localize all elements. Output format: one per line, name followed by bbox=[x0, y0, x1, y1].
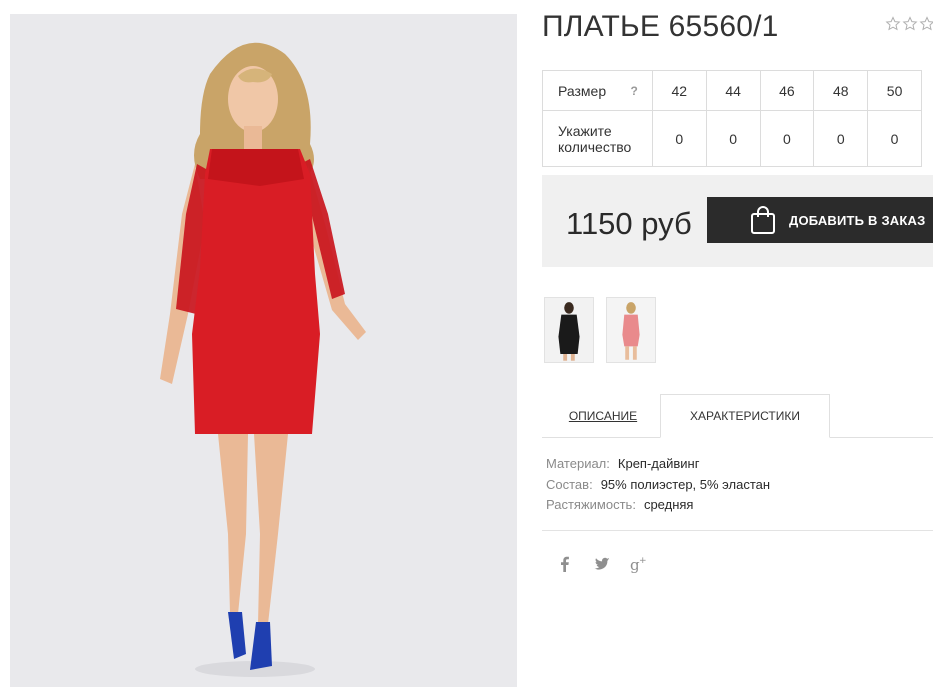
spec-key: Материал: bbox=[546, 456, 610, 471]
help-icon[interactable]: ? bbox=[631, 84, 638, 98]
product-price: 1150 руб bbox=[566, 206, 692, 241]
shopping-bag-icon bbox=[751, 206, 775, 234]
social-share: g + bbox=[556, 555, 667, 573]
size-46: 46 bbox=[759, 70, 815, 111]
size-row: Размер ? 42 44 46 48 50 bbox=[542, 70, 922, 111]
facebook-icon[interactable] bbox=[556, 555, 574, 573]
quantity-input-46[interactable]: 0 bbox=[759, 110, 815, 167]
thumbnail-black-dress[interactable] bbox=[544, 297, 594, 363]
star-icon[interactable] bbox=[919, 16, 933, 32]
rating-stars[interactable] bbox=[885, 16, 933, 32]
quantity-input-50[interactable]: 0 bbox=[867, 110, 922, 167]
characteristics-list: Материал: Креп-дайвинг Состав: 95% полиэст… bbox=[546, 456, 770, 518]
twitter-icon[interactable] bbox=[593, 555, 611, 573]
price-box: 1150 руб ДОБАВИТЬ В ЗАКАЗ bbox=[542, 175, 933, 267]
spec-row-material: Материал: Креп-дайвинг bbox=[546, 456, 770, 477]
tab-characteristics[interactable]: ХАРАКТЕРИСТИКИ bbox=[660, 394, 830, 438]
specs-divider bbox=[542, 530, 933, 531]
spec-value: 95% полиэстер, 5% эластан bbox=[600, 476, 771, 492]
size-44: 44 bbox=[705, 70, 761, 111]
size-50: 50 bbox=[867, 70, 922, 111]
size-label-cell: Размер ? bbox=[542, 70, 653, 111]
quantity-label: Укажите количество bbox=[542, 110, 653, 167]
tab-description[interactable]: ОПИСАНИЕ bbox=[558, 394, 648, 438]
spec-row-composition: Состав: 95% полиэстер, 5% эластан bbox=[546, 477, 770, 498]
google-plus-icon[interactable]: g + bbox=[630, 555, 648, 573]
size-42: 42 bbox=[651, 70, 707, 111]
thumbnail-pink-dress[interactable] bbox=[606, 297, 656, 363]
quantity-input-44[interactable]: 0 bbox=[705, 110, 761, 167]
quantity-input-48[interactable]: 0 bbox=[813, 110, 869, 167]
star-icon[interactable] bbox=[902, 16, 918, 32]
svg-text:+: + bbox=[639, 556, 647, 566]
size-quantity-table: Размер ? 42 44 46 48 50 Укажите количест… bbox=[542, 70, 922, 167]
spec-key: Растяжимость: bbox=[546, 497, 636, 512]
quantity-row: Укажите количество 0 0 0 0 0 bbox=[542, 110, 922, 167]
size-48: 48 bbox=[813, 70, 869, 111]
add-to-order-button[interactable]: ДОБАВИТЬ В ЗАКАЗ bbox=[707, 197, 933, 243]
quantity-input-42[interactable]: 0 bbox=[651, 110, 707, 167]
size-label: Размер bbox=[558, 82, 607, 99]
star-icon[interactable] bbox=[885, 16, 901, 32]
product-main-photo[interactable] bbox=[10, 14, 517, 687]
add-to-order-label: ДОБАВИТЬ В ЗАКАЗ bbox=[789, 212, 926, 228]
spec-value: средняя bbox=[643, 497, 694, 512]
product-title: ПЛАТЬЕ 65560/1 bbox=[542, 10, 779, 43]
spec-value: Креп-дайвинг bbox=[617, 456, 700, 471]
spec-key: Состав: bbox=[546, 476, 593, 492]
spec-row-stretch: Растяжимость: средняя bbox=[546, 497, 770, 518]
